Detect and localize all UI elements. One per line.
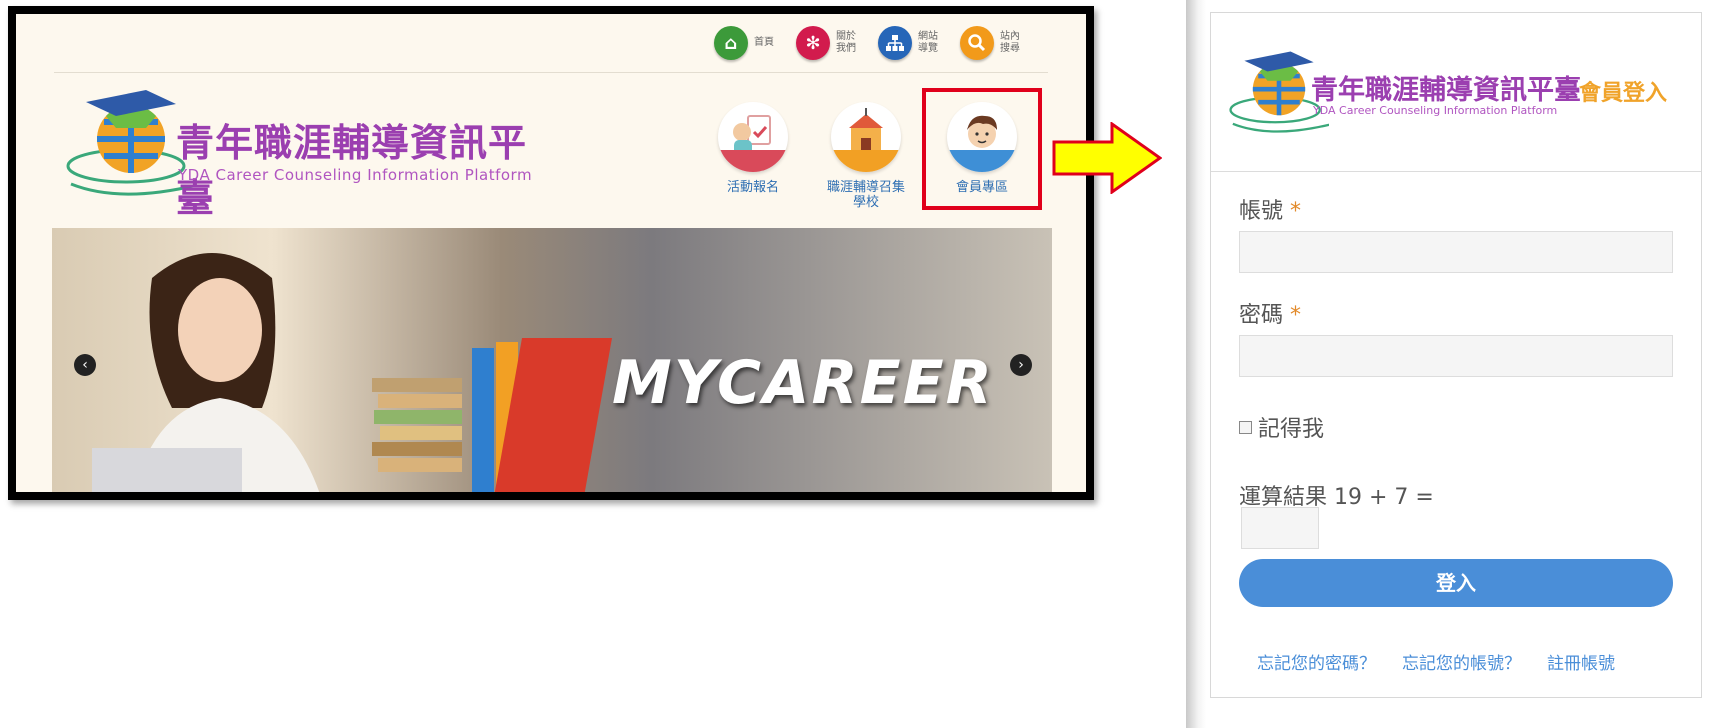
divider xyxy=(54,72,1048,73)
arrow-right-icon xyxy=(1052,122,1162,194)
flower-icon: ✻ xyxy=(796,26,830,60)
required-mark: * xyxy=(1290,199,1302,224)
login-heading: 會員登入 xyxy=(1579,81,1668,106)
banner-headline: MYCAREER xyxy=(612,348,994,418)
logo-subtitle: YDA Career Counseling Information Platfo… xyxy=(178,166,533,184)
feature-event-signup[interactable]: 活動報名 xyxy=(708,102,798,195)
login-logo-subtitle: YDA Career Counseling Information Platfo… xyxy=(1313,104,1558,117)
hero-banner: MYCAREER ‹ › xyxy=(52,228,1052,492)
sitemap-icon xyxy=(878,26,912,60)
password-label: 密碼 * xyxy=(1239,303,1302,328)
forgot-password-link[interactable]: 忘記您的密碼？ xyxy=(1257,649,1376,674)
feature-label: 活動報名 xyxy=(726,180,779,195)
login-header: 青年職涯輔導資訊平臺 會員登入 YDA Career Counseling In… xyxy=(1211,13,1701,172)
feature-label: 職涯輔導召集學校 xyxy=(826,180,905,210)
topnav-label: 關於我們 xyxy=(836,31,856,54)
register-link[interactable]: 註冊帳號 xyxy=(1547,649,1615,674)
remember-checkbox[interactable] xyxy=(1239,420,1252,434)
topnav-label: 首頁 xyxy=(754,37,774,48)
remember-me[interactable]: 記得我 xyxy=(1239,411,1324,443)
topnav-search[interactable]: 站內搜尋 xyxy=(960,26,1024,60)
topnav-about[interactable]: ✻ 關於我們 xyxy=(796,26,860,60)
feature-career-school[interactable]: 職涯輔導召集學校 xyxy=(826,102,906,210)
student-image xyxy=(92,253,320,492)
password-input[interactable] xyxy=(1239,335,1673,377)
captcha-input[interactable] xyxy=(1241,507,1319,549)
books-image xyxy=(372,338,612,492)
topnav-sitemap[interactable]: 網站導覽 xyxy=(878,26,942,60)
highlight-box xyxy=(922,88,1042,210)
topnav-label: 站內搜尋 xyxy=(1000,31,1020,54)
forgot-account-link[interactable]: 忘記您的帳號？ xyxy=(1402,649,1521,674)
clipboard-icon xyxy=(718,102,788,172)
login-logo-title: 青年職涯輔導資訊平臺 xyxy=(1311,75,1581,106)
website-screenshot: ⌂ 首頁 ✻ 關於我們 網站導覽 站內搜尋 青年職涯輔導資訊平臺 YDA Car… xyxy=(8,6,1094,500)
login-panel: 青年職涯輔導資訊平臺 會員登入 YDA Career Counseling In… xyxy=(1210,12,1702,698)
home-icon: ⌂ xyxy=(714,26,748,60)
topnav-label: 網站導覽 xyxy=(918,31,938,54)
remember-label: 記得我 xyxy=(1258,417,1325,442)
site-logo[interactable]: 青年職涯輔導資訊平臺 YDA Career Counseling Informa… xyxy=(66,84,546,220)
help-links: 忘記您的密碼？ 忘記您的帳號？ 註冊帳號 xyxy=(1257,649,1615,674)
search-icon xyxy=(960,26,994,60)
account-input[interactable] xyxy=(1239,231,1673,273)
prev-slide-button[interactable]: ‹ xyxy=(74,354,96,376)
school-icon xyxy=(831,102,901,172)
next-slide-button[interactable]: › xyxy=(1010,354,1032,376)
top-navigation: ⌂ 首頁 ✻ 關於我們 網站導覽 站內搜尋 xyxy=(714,26,1024,60)
login-button[interactable]: 登入 xyxy=(1239,559,1673,607)
required-mark: * xyxy=(1290,303,1302,328)
topnav-home[interactable]: ⌂ 首頁 xyxy=(714,26,778,60)
account-label: 帳號 * xyxy=(1239,199,1302,224)
